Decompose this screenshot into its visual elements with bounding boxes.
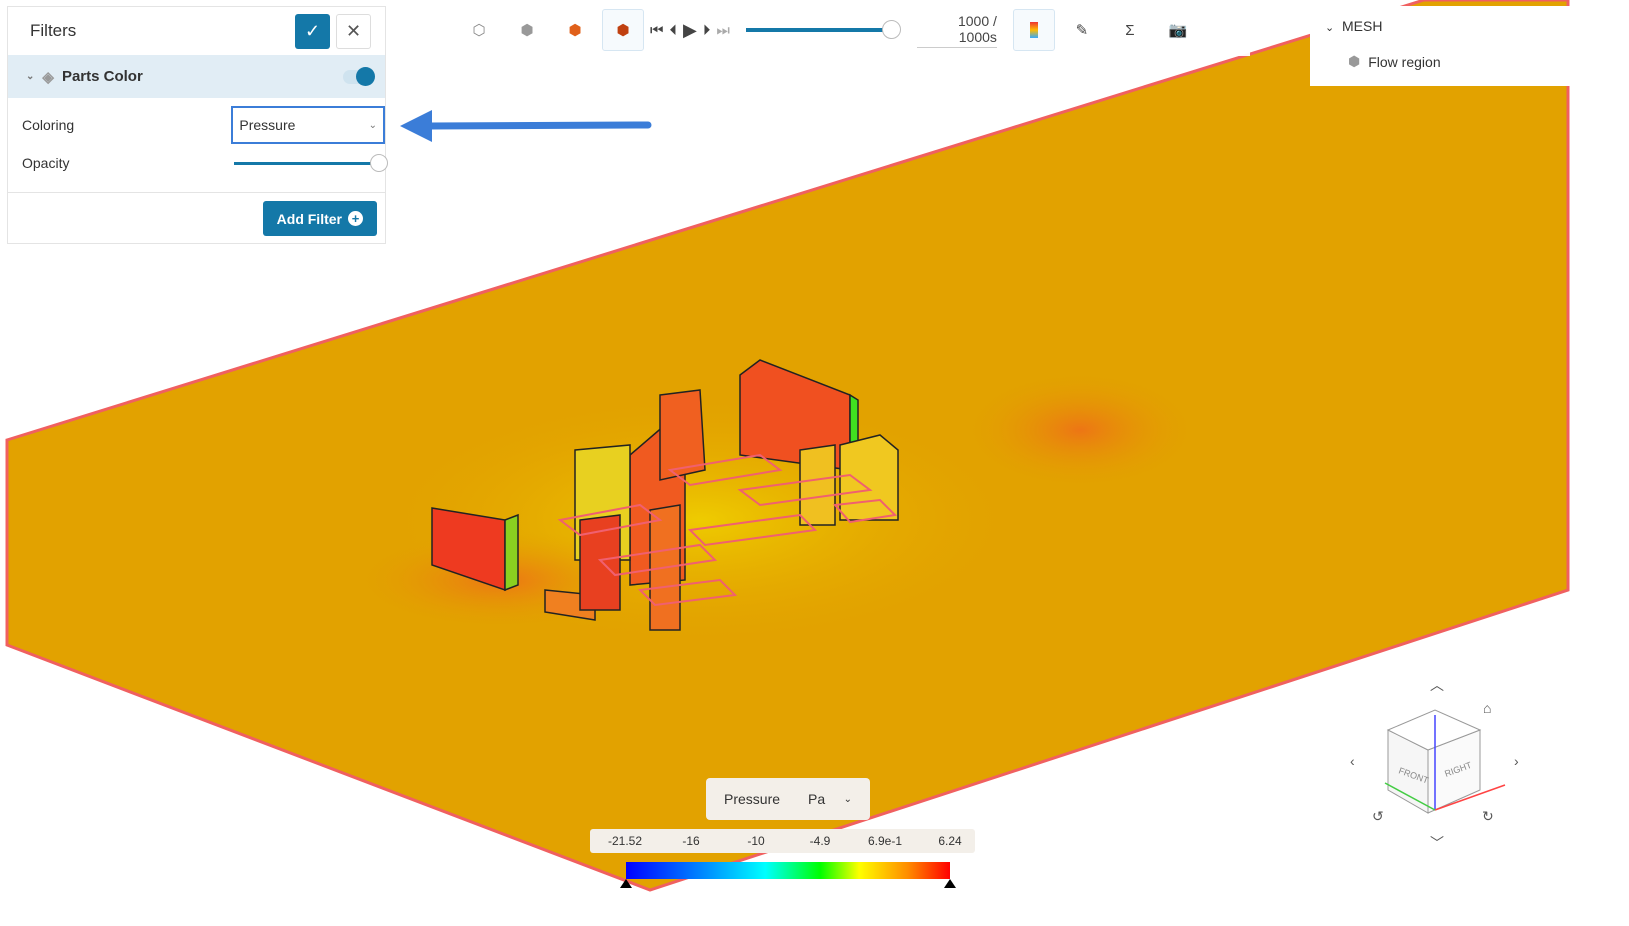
- time-slider[interactable]: [745, 20, 901, 39]
- opacity-label: Opacity: [22, 155, 70, 171]
- coloring-select[interactable]: Pressure ⌄: [231, 106, 385, 144]
- tick-label: -4.9: [809, 834, 831, 848]
- color-legend-icon: [1029, 22, 1038, 38]
- rotate-ccw-icon[interactable]: ↺: [1372, 808, 1384, 825]
- apply-button[interactable]: ✓: [295, 13, 330, 49]
- min-handle[interactable]: [620, 879, 632, 888]
- legend-unit: Pa: [808, 791, 826, 807]
- skip-last-icon[interactable]: ⏭: [716, 22, 730, 39]
- toolbar: ⬡ ⬢ ⬢ ⬢ ⏮ ⏴ ▶ ⏵ ⏭ 1000 / 1000s ✎ Σ 📷: [450, 4, 1250, 56]
- rotate-up-icon[interactable]: ︿: [1430, 675, 1444, 695]
- navigation-cube[interactable]: ︿ ⌂ ‹ › FRONT RIGHT ↺ ↻ ﹀: [1350, 675, 1530, 853]
- rotate-down-icon[interactable]: ﹀: [1430, 833, 1444, 853]
- filters-title: Filters: [30, 21, 77, 40]
- view-colored-button[interactable]: ⬢: [554, 9, 596, 51]
- coloring-label: Coloring: [22, 117, 75, 133]
- step-back-icon[interactable]: ⏴: [670, 22, 678, 39]
- annotation-arrowhead: [400, 110, 432, 142]
- legend-quantity-select[interactable]: Pressure Pa ⌄: [706, 778, 870, 820]
- coloring-value: Pressure: [239, 117, 296, 133]
- legend-quantity: Pressure: [724, 791, 781, 807]
- plus-icon: +: [348, 211, 363, 226]
- tree-root-label: MESH: [1342, 18, 1383, 34]
- tick-label: -10: [747, 834, 765, 848]
- rotate-cw-icon[interactable]: ↻: [1482, 808, 1494, 825]
- tick-label: -21.52: [607, 834, 643, 848]
- parts-color-filter[interactable]: ⌄ ◈ Parts Color: [8, 55, 385, 98]
- filters-panel: Filters ✓ ✕ ⌄ ◈ Parts Color Coloring Pre…: [7, 6, 388, 244]
- parts-color-toggle[interactable]: [343, 66, 375, 86]
- view-colored-edges-button[interactable]: ⬢: [602, 9, 644, 51]
- time-display: 1000 / 1000s: [916, 13, 997, 48]
- annotation-arrow: [426, 121, 652, 130]
- rotate-right-icon[interactable]: ›: [1514, 753, 1519, 769]
- view-solid-button[interactable]: ⬢: [506, 9, 548, 51]
- sigma-icon: Σ: [1125, 21, 1135, 39]
- rotate-left-icon[interactable]: ‹: [1350, 753, 1355, 769]
- view-cube[interactable]: FRONT RIGHT: [1380, 705, 1510, 815]
- cube-solid-icon: ⬢: [520, 22, 534, 39]
- add-filter-label: Add Filter: [276, 210, 342, 227]
- pipette-icon: ✎: [1075, 22, 1089, 39]
- cube-colored-icon: ⬢: [568, 22, 582, 39]
- tick-label: 6.9e-1: [867, 834, 903, 848]
- chevron-down-icon: ⌄: [1325, 22, 1335, 34]
- play-icon[interactable]: ▶: [683, 20, 697, 41]
- sum-button[interactable]: Σ: [1109, 9, 1151, 51]
- max-handle[interactable]: [944, 879, 956, 888]
- tick-label: 6.24: [938, 834, 962, 848]
- chevron-down-icon: ⌄: [368, 119, 377, 131]
- cube-outline-icon: ⬡: [472, 22, 486, 39]
- chevron-down-icon[interactable]: ⌄: [26, 71, 34, 82]
- probe-button[interactable]: ✎: [1061, 9, 1103, 51]
- view-wireframe-button[interactable]: ⬡: [458, 9, 500, 51]
- check-icon: ✓: [304, 20, 321, 41]
- close-icon: ✕: [345, 20, 362, 41]
- tree-flow-region[interactable]: ⬢ Flow region: [1348, 53, 1441, 70]
- cube-edges-icon: ⬢: [616, 22, 630, 39]
- parts-icon: ◈: [42, 68, 54, 86]
- skip-first-icon[interactable]: ⏮: [650, 22, 664, 39]
- camera-icon: 📷: [1168, 22, 1188, 39]
- legend-toggle-button[interactable]: [1012, 9, 1055, 51]
- legend-ticks: -21.52 -16 -10 -4.9 6.9e-1 6.24: [590, 829, 975, 853]
- add-filter-button[interactable]: Add Filter +: [262, 201, 377, 236]
- tree-mesh[interactable]: ⌄ MESH: [1325, 18, 1382, 34]
- scene-tree: ⌄ MESH ⬢ Flow region: [1310, 6, 1629, 86]
- cube-icon: ⬢: [1348, 53, 1361, 69]
- screenshot-button[interactable]: 📷: [1157, 9, 1199, 51]
- chevron-down-icon: ⌄: [843, 793, 852, 805]
- tree-child-label: Flow region: [1368, 53, 1441, 70]
- step-forward-icon[interactable]: ⏵: [703, 22, 711, 39]
- color-bar: [626, 862, 950, 879]
- parts-color-label: Parts Color: [61, 68, 143, 85]
- tick-label: -16: [682, 834, 700, 848]
- opacity-slider[interactable]: [234, 153, 388, 172]
- close-button[interactable]: ✕: [336, 13, 371, 49]
